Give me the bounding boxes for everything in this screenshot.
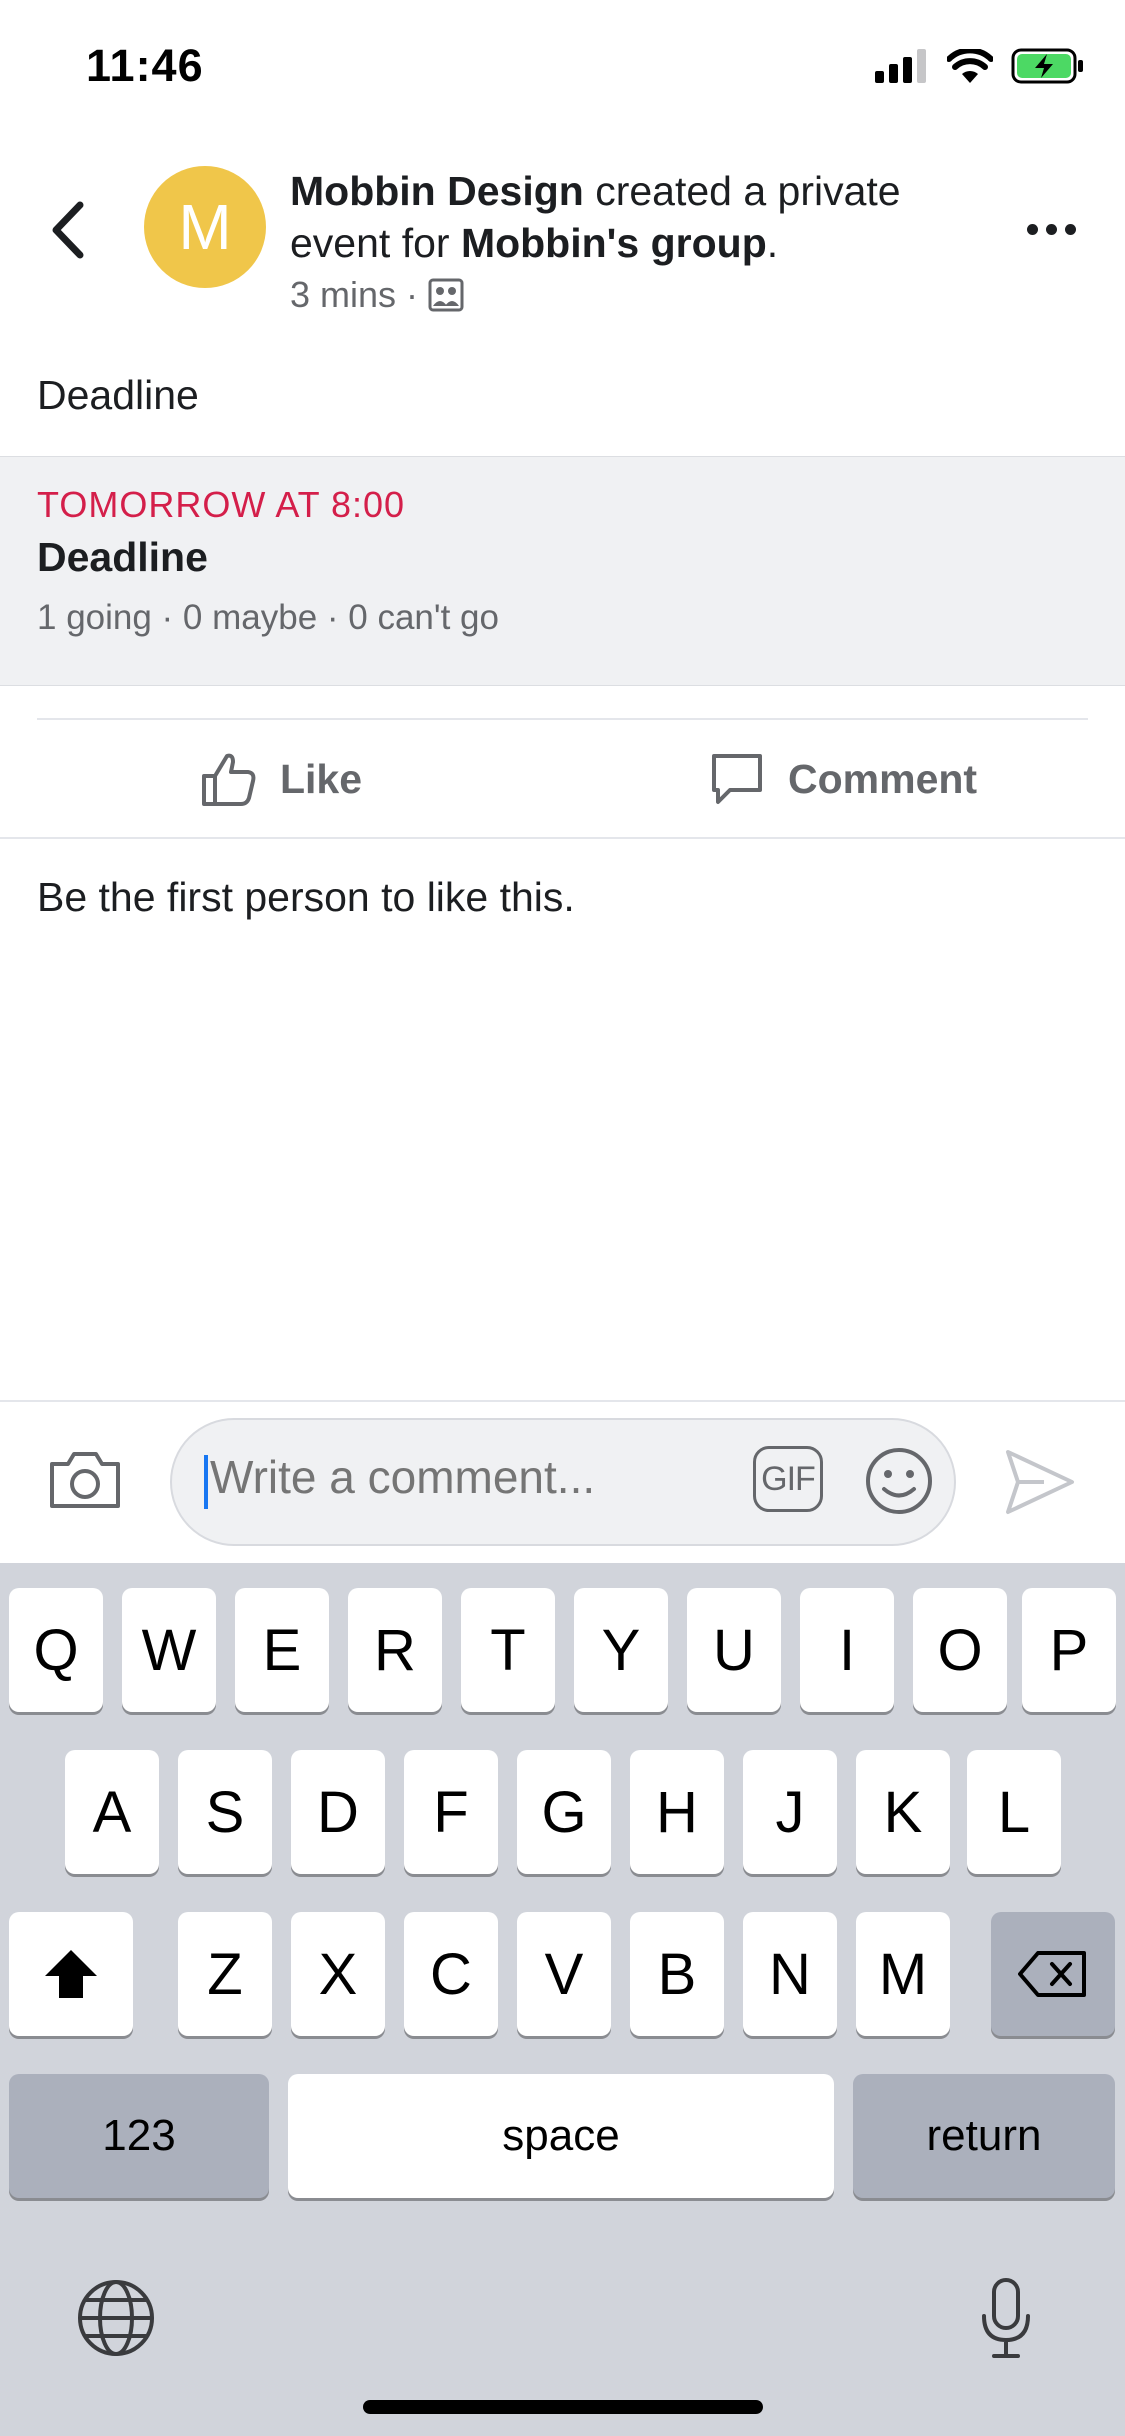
status-time: 11:46 bbox=[86, 40, 204, 91]
post-meta: 3 mins · bbox=[290, 274, 464, 316]
post-text: Deadline bbox=[37, 372, 199, 418]
key-j[interactable]: J bbox=[743, 1750, 837, 1874]
comment-bubble-icon bbox=[712, 754, 762, 804]
author-avatar[interactable]: M bbox=[144, 166, 266, 288]
battery-charging-icon bbox=[1011, 48, 1083, 84]
key-h[interactable]: H bbox=[630, 1750, 724, 1874]
event-title: Deadline bbox=[37, 534, 208, 580]
like-button[interactable]: Like bbox=[200, 750, 362, 808]
camera-icon[interactable] bbox=[48, 1448, 122, 1510]
gif-label: GIF bbox=[761, 1459, 816, 1498]
headline-period: . bbox=[766, 220, 779, 266]
more-options-icon[interactable] bbox=[1021, 214, 1081, 244]
divider bbox=[0, 837, 1125, 839]
key-p[interactable]: P bbox=[1022, 1588, 1116, 1712]
divider bbox=[0, 1400, 1125, 1402]
key-m[interactable]: M bbox=[856, 1912, 950, 2036]
post-headline: Mobbin Design created a private event fo… bbox=[290, 165, 970, 269]
delete-key[interactable] bbox=[991, 1912, 1115, 2036]
key-n[interactable]: N bbox=[743, 1912, 837, 2036]
key-z[interactable]: Z bbox=[178, 1912, 272, 2036]
divider bbox=[37, 718, 1088, 720]
time-ago[interactable]: 3 mins bbox=[290, 274, 396, 316]
home-indicator[interactable] bbox=[363, 2400, 763, 2414]
gif-button[interactable]: GIF bbox=[753, 1446, 823, 1512]
shift-key[interactable] bbox=[9, 1912, 133, 2036]
key-s[interactable]: S bbox=[178, 1750, 272, 1874]
key-w[interactable]: W bbox=[122, 1588, 216, 1712]
meta-separator: · bbox=[406, 274, 419, 315]
event-rsvp-stats: 1 going · 0 maybe · 0 can't go bbox=[37, 598, 499, 637]
comment-label: Comment bbox=[788, 755, 978, 802]
key-c[interactable]: C bbox=[404, 1912, 498, 2036]
group-name[interactable]: Mobbin's group bbox=[461, 220, 767, 266]
shift-arrow-icon bbox=[45, 1950, 97, 1998]
comment-input[interactable] bbox=[210, 1450, 710, 1504]
globe-icon[interactable] bbox=[76, 2278, 156, 2358]
key-x[interactable]: X bbox=[291, 1912, 385, 2036]
return-key[interactable]: return bbox=[853, 2074, 1115, 2198]
avatar-letter: M bbox=[178, 191, 232, 263]
key-b[interactable]: B bbox=[630, 1912, 724, 2036]
key-i[interactable]: I bbox=[800, 1588, 894, 1712]
key-l[interactable]: L bbox=[967, 1750, 1061, 1874]
key-a[interactable]: A bbox=[65, 1750, 159, 1874]
numbers-key[interactable]: 123 bbox=[9, 2074, 269, 2198]
text-caret bbox=[204, 1455, 208, 1509]
key-v[interactable]: V bbox=[517, 1912, 611, 2036]
emoji-icon[interactable] bbox=[864, 1446, 934, 1516]
cellular-signal-icon bbox=[875, 49, 926, 83]
key-o[interactable]: O bbox=[913, 1588, 1007, 1712]
author-name[interactable]: Mobbin Design bbox=[290, 168, 584, 214]
send-icon[interactable] bbox=[1004, 1448, 1076, 1516]
thumbs-up-icon bbox=[202, 753, 256, 806]
like-label: Like bbox=[280, 755, 363, 802]
key-r[interactable]: R bbox=[348, 1588, 442, 1712]
key-u[interactable]: U bbox=[687, 1588, 781, 1712]
key-y[interactable]: Y bbox=[574, 1588, 668, 1712]
key-e[interactable]: E bbox=[235, 1588, 329, 1712]
key-t[interactable]: T bbox=[461, 1588, 555, 1712]
microphone-icon[interactable] bbox=[978, 2278, 1034, 2360]
group-privacy-icon bbox=[428, 278, 464, 312]
key-f[interactable]: F bbox=[404, 1750, 498, 1874]
key-q[interactable]: Q bbox=[9, 1588, 103, 1712]
likes-summary: Be the first person to like this. bbox=[37, 874, 575, 920]
key-k[interactable]: K bbox=[856, 1750, 950, 1874]
event-date: TOMORROW AT 8:00 bbox=[37, 484, 406, 525]
wifi-icon bbox=[947, 49, 993, 83]
space-key[interactable]: space bbox=[288, 2074, 834, 2198]
back-chevron-icon[interactable] bbox=[44, 195, 94, 265]
backspace-icon bbox=[1018, 1951, 1086, 1997]
comment-button[interactable]: Comment bbox=[708, 750, 977, 808]
key-g[interactable]: G bbox=[517, 1750, 611, 1874]
keyboard: Q W E R T Y U I O P A S D F G H J K L Z … bbox=[0, 1563, 1125, 2436]
key-d[interactable]: D bbox=[291, 1750, 385, 1874]
status-icons bbox=[875, 48, 1085, 84]
